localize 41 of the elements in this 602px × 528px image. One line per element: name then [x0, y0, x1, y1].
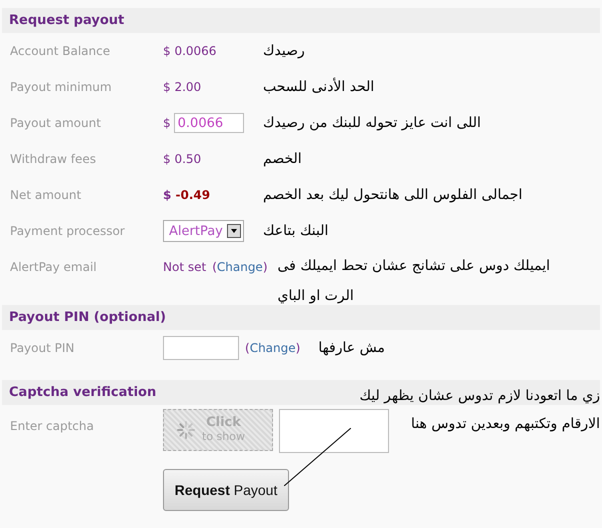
parenthesis: ) [262, 260, 268, 274]
annotation-note: اللى انت عايز تحوله للبنك من رصيدك [263, 115, 481, 131]
annotation-note: ايميلك دوس على تشانج عشان تحط ايميلك فى الرت او الباي [278, 257, 552, 306]
amount-value: $ 0.50 [163, 152, 202, 166]
field-label: Payout amount [9, 116, 102, 130]
amount-input[interactable]: 0.0066 [174, 113, 244, 133]
amount-value: $ 2.00 [163, 80, 202, 94]
currency-symbol: $ [163, 116, 171, 130]
field-label: AlertPay email [9, 260, 98, 274]
change-link[interactable]: Change [250, 341, 296, 355]
captcha-input[interactable] [279, 409, 389, 453]
loading-spinner-icon [176, 420, 196, 440]
amount-value: $ -0.49 [163, 188, 210, 202]
parenthesis: ( [212, 260, 217, 274]
field-label: Payment processor [9, 224, 126, 238]
field-label: Payout PIN [9, 341, 76, 355]
pin-input[interactable] [163, 336, 239, 360]
leader-line [284, 428, 351, 486]
field-label: Account Balance [9, 44, 112, 58]
annotation-note: مش عارفها [318, 340, 385, 356]
processor-dropdown[interactable]: AlertPay [163, 220, 244, 242]
section-header: Payout PIN (optional) [2, 305, 600, 330]
field-label: Withdraw fees [9, 152, 98, 166]
annotation-note: زي ما اتعودنا لازم تدوس عشان يظهر ليك الارقام وتكتبهم وبعدين تدوس هنا [358, 387, 600, 434]
annotation-note: الخصم [263, 151, 302, 167]
captcha-subtitle: to show [202, 430, 245, 444]
amount-value: $ 0.0066 [163, 44, 216, 58]
parenthesis: ( [245, 341, 250, 355]
change-link[interactable]: Change [216, 260, 263, 274]
email-status: Not set [163, 260, 206, 274]
annotation-note: البنك بتاعك [263, 223, 328, 239]
field-label: Enter captcha [9, 418, 95, 433]
field-label: Net amount [9, 188, 82, 202]
request-payout-button[interactable]: Request Payout [163, 469, 289, 511]
section-header: Request payout [2, 8, 600, 33]
annotation-note: الحد الأدنى للسحب [263, 79, 374, 95]
annotation-note: اجمالى الفلوس اللى هانتحول ليك بعد الخصم [263, 187, 522, 203]
annotation-note: رصيدك [263, 43, 305, 59]
captcha-title: Click [206, 416, 241, 430]
field-label: Payout minimum [9, 80, 113, 94]
parenthesis: ) [296, 341, 300, 355]
